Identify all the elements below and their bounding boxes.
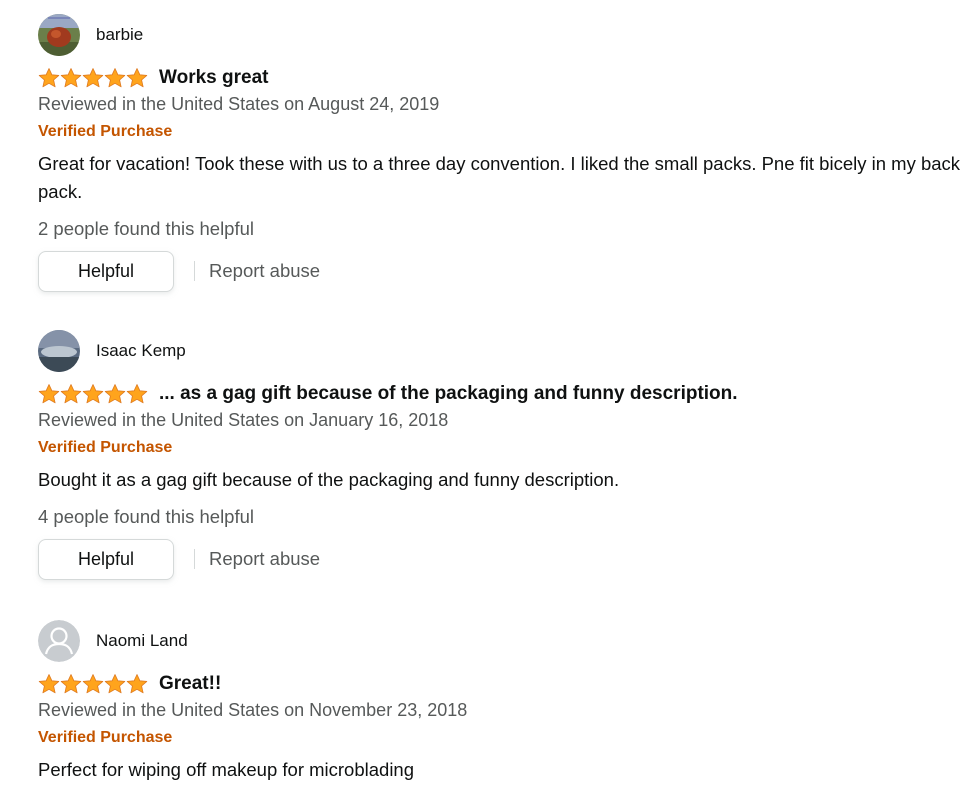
report-abuse-link[interactable]: Report abuse bbox=[209, 260, 320, 282]
star-rating[interactable] bbox=[38, 673, 148, 695]
review-1: barbie Works great Reviewed in the Unite… bbox=[38, 14, 975, 293]
profile-name[interactable]: Isaac Kemp bbox=[96, 341, 186, 361]
report-abuse-link[interactable]: Report abuse bbox=[209, 548, 320, 570]
star-rating[interactable] bbox=[38, 67, 148, 89]
profile-name[interactable]: barbie bbox=[96, 25, 143, 45]
helpful-count: 2 people found this helpful bbox=[38, 218, 255, 239]
profile-name[interactable]: Naomi Land bbox=[96, 631, 188, 651]
five-stars-icon bbox=[38, 68, 148, 88]
helpful-button[interactable]: Helpful bbox=[38, 538, 174, 580]
divider bbox=[194, 261, 195, 281]
review-title[interactable]: Great!! bbox=[159, 673, 221, 695]
review-body: Bought it as a gag gift because of the p… bbox=[38, 469, 620, 490]
reviewer-profile[interactable]: Isaac Kemp bbox=[38, 330, 975, 372]
verified-purchase-badge[interactable]: Verified Purchase bbox=[38, 118, 975, 146]
avatar[interactable] bbox=[38, 620, 80, 662]
verified-purchase-badge[interactable]: Verified Purchase bbox=[38, 724, 975, 752]
review-body: Perfect for wiping off makeup for microb… bbox=[38, 759, 415, 780]
five-stars-icon bbox=[38, 674, 148, 694]
review-title[interactable]: Works great bbox=[159, 67, 268, 89]
reviewer-profile[interactable]: Naomi Land bbox=[38, 620, 975, 662]
review-body: Great for vacation! Took these with us t… bbox=[38, 153, 961, 202]
review-date: Reviewed in the United States on Novembe… bbox=[38, 700, 468, 720]
review-date: Reviewed in the United States on August … bbox=[38, 94, 440, 114]
star-rating[interactable] bbox=[38, 383, 148, 405]
reviewer-profile[interactable]: barbie bbox=[38, 14, 975, 56]
five-stars-icon bbox=[38, 384, 148, 404]
review-date: Reviewed in the United States on January… bbox=[38, 410, 449, 430]
divider bbox=[194, 549, 195, 569]
avatar[interactable] bbox=[38, 14, 80, 56]
helpful-button[interactable]: Helpful bbox=[38, 250, 174, 292]
avatar[interactable] bbox=[38, 330, 80, 372]
review-3: Naomi Land Great!! Reviewed in the Unite… bbox=[38, 620, 975, 784]
helpful-count: 4 people found this helpful bbox=[38, 506, 255, 527]
review-2: Isaac Kemp ... as a gag gift because of … bbox=[38, 330, 975, 581]
verified-purchase-badge[interactable]: Verified Purchase bbox=[38, 434, 975, 462]
default-user-icon bbox=[38, 620, 80, 662]
review-title[interactable]: ... as a gag gift because of the packagi… bbox=[159, 383, 738, 405]
